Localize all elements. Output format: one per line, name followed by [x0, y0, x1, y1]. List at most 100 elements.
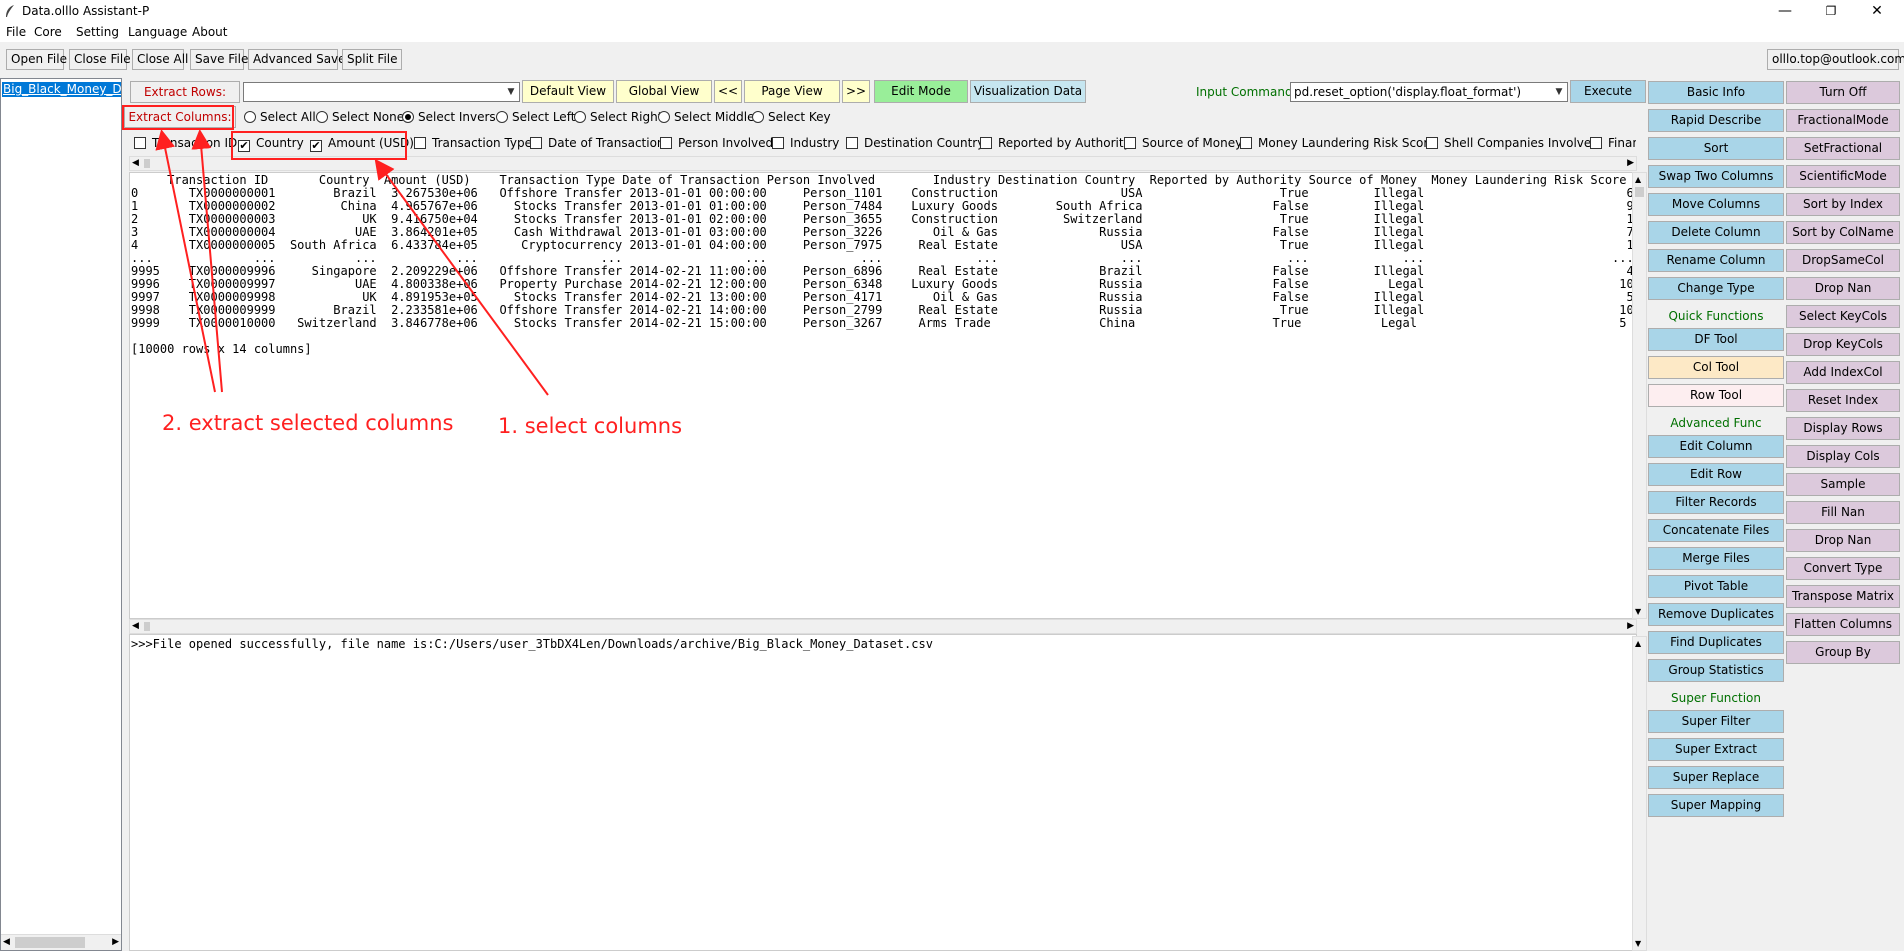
scroll-thumb[interactable]	[144, 159, 150, 168]
find-duplicates-button[interactable]: Find Duplicates	[1648, 631, 1784, 654]
advanced-save-button[interactable]: Advanced Save	[248, 49, 346, 70]
sort-by-colname-button[interactable]: Sort by ColName	[1786, 221, 1900, 244]
radio-select-key[interactable]: Select Key	[752, 110, 831, 124]
concatenate-files-button[interactable]: Concatenate Files	[1648, 519, 1784, 542]
scroll-down-icon[interactable]: ▼	[1635, 607, 1641, 616]
display-rows-button[interactable]: Display Rows	[1786, 417, 1900, 440]
drop-keycols-button[interactable]: Drop KeyCols	[1786, 333, 1900, 356]
radio-select-all[interactable]: Select All	[244, 110, 316, 124]
display-cols-button[interactable]: Display Cols	[1786, 445, 1900, 468]
set-fractional-button[interactable]: SetFractional	[1786, 137, 1900, 160]
log-output[interactable]: >>>File opened successfully, file name i…	[129, 634, 1637, 951]
scroll-down-icon[interactable]: ▼	[1635, 939, 1641, 948]
sample-button[interactable]: Sample	[1786, 473, 1900, 496]
radio-select-none[interactable]: Select None	[316, 110, 404, 124]
flatten-columns-button[interactable]: Flatten Columns	[1786, 613, 1900, 636]
global-view-button[interactable]: Global View	[616, 80, 712, 103]
radio-icon[interactable]	[244, 111, 256, 123]
radio-icon[interactable]	[316, 111, 328, 123]
pivot-table-button[interactable]: Pivot Table	[1648, 575, 1784, 598]
delete-column-button[interactable]: Delete Column	[1648, 221, 1784, 244]
checkbox-icon[interactable]	[1124, 137, 1136, 149]
edit-row-button[interactable]: Edit Row	[1648, 463, 1784, 486]
scroll-thumb[interactable]	[1635, 187, 1644, 197]
radio-icon[interactable]	[496, 111, 508, 123]
menu-core[interactable]: Core	[34, 25, 62, 39]
transpose-matrix-button[interactable]: Transpose Matrix	[1786, 585, 1900, 608]
radio-select-inverse[interactable]: Select Inverse	[402, 110, 503, 124]
rename-column-button[interactable]: Rename Column	[1648, 249, 1784, 272]
checkbox-country[interactable]: ✔ Country	[238, 136, 304, 152]
merge-files-button[interactable]: Merge Files	[1648, 547, 1784, 570]
checkbox-money-laundering-risk-score[interactable]: Money Laundering Risk Score	[1240, 136, 1435, 150]
checkbox-icon[interactable]	[980, 137, 992, 149]
checkbox-amount-usd[interactable]: ✔ Amount (USD)	[310, 136, 414, 152]
radio-select-left[interactable]: Select Left	[496, 110, 575, 124]
execute-button[interactable]: Execute	[1570, 80, 1646, 103]
drop-same-col-button[interactable]: DropSameCol	[1786, 249, 1900, 272]
open-file-button[interactable]: Open File	[6, 49, 67, 70]
column-list-scrollbar[interactable]: ◀ ▶	[129, 156, 1637, 171]
file-item[interactable]: Big_Black_Money_Dataset	[2, 82, 121, 97]
menu-file[interactable]: File	[6, 25, 26, 39]
checkbox-financial[interactable]: Financia	[1590, 136, 1636, 150]
radio-icon[interactable]	[658, 111, 670, 123]
maximize-button[interactable]: ❐	[1808, 0, 1854, 22]
scientific-mode-button[interactable]: ScientificMode	[1786, 165, 1900, 188]
close-window-button[interactable]: ✕	[1854, 0, 1900, 22]
checkbox-icon[interactable]	[134, 137, 146, 149]
close-file-button[interactable]: Close File	[69, 49, 131, 70]
edit-mode-button[interactable]: Edit Mode	[874, 80, 968, 103]
filter-records-button[interactable]: Filter Records	[1648, 491, 1784, 514]
scroll-thumb[interactable]	[15, 937, 85, 948]
edit-column-button[interactable]: Edit Column	[1648, 435, 1784, 458]
rapid-describe-button[interactable]: Rapid Describe	[1648, 109, 1784, 132]
checkbox-icon[interactable]	[660, 137, 672, 149]
checkbox-icon[interactable]	[1590, 137, 1602, 149]
log-vertical-scrollbar[interactable]: ▲ ▼	[1632, 636, 1647, 951]
checkmark-icon[interactable]: ✔	[310, 140, 322, 152]
data-vertical-scrollbar[interactable]: ▲ ▼	[1632, 172, 1647, 619]
fractional-mode-button[interactable]: FractionalMode	[1786, 109, 1900, 132]
data-horizontal-scrollbar[interactable]: ◀ ▶	[129, 619, 1637, 634]
select-keycols-button[interactable]: Select KeyCols	[1786, 305, 1900, 328]
super-filter-button[interactable]: Super Filter	[1648, 710, 1784, 733]
basic-info-button[interactable]: Basic Info	[1648, 81, 1784, 104]
radio-select-middle[interactable]: Select Middle	[658, 110, 754, 124]
email-button[interactable]: olllo.top@outlook.com	[1767, 49, 1904, 70]
radio-icon[interactable]	[574, 111, 586, 123]
save-file-button[interactable]: Save File	[190, 49, 248, 70]
prev-page-button[interactable]: <<	[714, 80, 742, 103]
scroll-left-icon[interactable]: ◀	[3, 937, 10, 947]
close-all-button[interactable]: Close All	[132, 49, 188, 70]
scroll-up-icon[interactable]: ▲	[1635, 639, 1641, 648]
checkbox-source-of-money[interactable]: Source of Money	[1124, 136, 1242, 150]
menu-setting[interactable]: Setting	[76, 25, 119, 39]
chevron-down-icon[interactable]: ▼	[1551, 83, 1567, 101]
extract-rows-combo[interactable]: ▼	[243, 82, 520, 102]
split-file-button[interactable]: Split File	[342, 49, 402, 70]
checkbox-icon[interactable]	[1240, 137, 1252, 149]
add-indexcol-button[interactable]: Add IndexCol	[1786, 361, 1900, 384]
checkbox-industry[interactable]: Industry	[772, 136, 839, 150]
reset-index-button[interactable]: Reset Index	[1786, 389, 1900, 412]
move-columns-button[interactable]: Move Columns	[1648, 193, 1784, 216]
df-tool-button[interactable]: DF Tool	[1648, 328, 1784, 351]
extract-rows-button[interactable]: Extract Rows:	[130, 81, 240, 103]
next-page-button[interactable]: >>	[842, 80, 870, 103]
checkbox-transaction-type[interactable]: Transaction Type	[414, 136, 532, 150]
group-statistics-button[interactable]: Group Statistics	[1648, 659, 1784, 682]
sort-by-index-button[interactable]: Sort by Index	[1786, 193, 1900, 216]
scroll-left-icon[interactable]: ◀	[132, 621, 139, 631]
chevron-down-icon[interactable]: ▼	[503, 83, 519, 101]
radio-icon[interactable]	[402, 111, 414, 123]
fill-nan-button[interactable]: Fill Nan	[1786, 501, 1900, 524]
scroll-right-icon[interactable]: ▶	[1627, 621, 1634, 631]
default-view-button[interactable]: Default View	[522, 80, 614, 103]
radio-select-right[interactable]: Select Right	[574, 110, 662, 124]
col-tool-button[interactable]: Col Tool	[1648, 356, 1784, 379]
extract-columns-button[interactable]: Extract Columns:	[124, 106, 236, 128]
scroll-right-icon[interactable]: ▶	[112, 937, 119, 947]
checkbox-icon[interactable]	[772, 137, 784, 149]
file-list-scrollbar[interactable]: ◀ ▶	[1, 934, 121, 950]
